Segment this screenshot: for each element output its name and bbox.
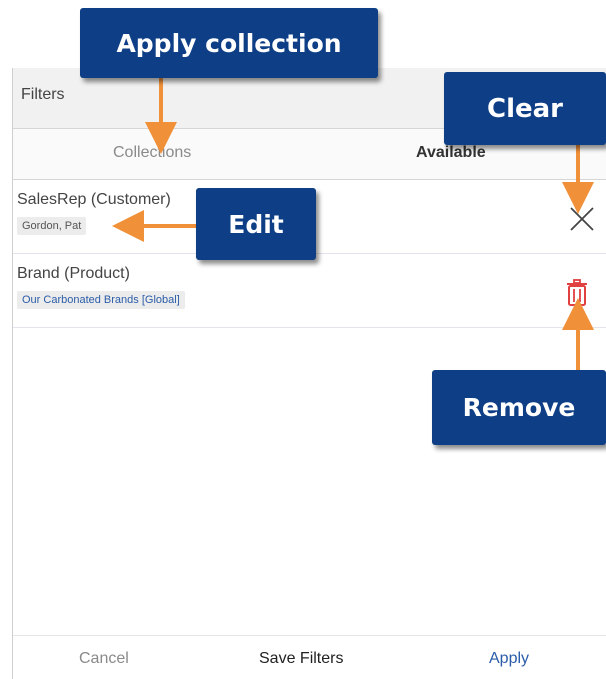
filter-value-chip[interactable]: Gordon, Pat [17, 217, 87, 235]
trash-icon[interactable] [565, 279, 589, 307]
close-icon[interactable] [568, 205, 596, 233]
cancel-button[interactable]: Cancel [79, 650, 129, 668]
panel-title: Filters [21, 86, 65, 103]
filter-title: SalesRep (Customer) [17, 191, 171, 208]
callout-clear: Clear [444, 72, 606, 145]
apply-button[interactable]: Apply [489, 650, 529, 668]
callout-edit: Edit [196, 188, 316, 260]
callout-remove: Remove [432, 370, 606, 445]
filter-title: Brand (Product) [17, 265, 130, 282]
tab-available[interactable]: Available [416, 144, 486, 162]
tab-collections[interactable]: Collections [113, 144, 191, 162]
panel-footer: Cancel Save Filters Apply [13, 635, 606, 679]
save-filters-button[interactable]: Save Filters [259, 650, 343, 668]
callout-apply-collection: Apply collection [80, 8, 378, 78]
filter-row[interactable]: Brand (Product) Our Carbonated Brands [G… [13, 254, 606, 328]
filter-value-chip[interactable]: Our Carbonated Brands [Global] [17, 291, 185, 309]
